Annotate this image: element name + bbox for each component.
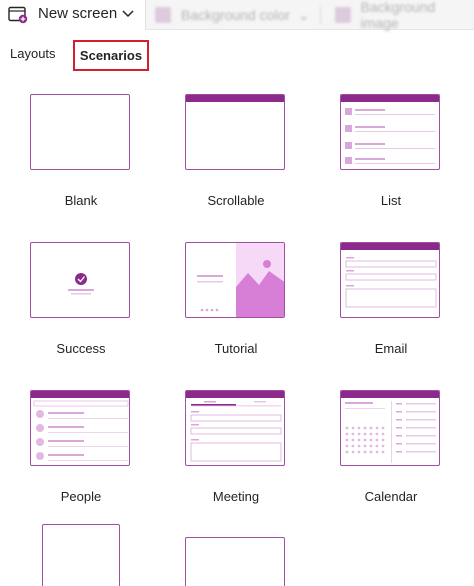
scrollable-preview: [186, 95, 284, 102]
template-people-label: People: [60, 489, 102, 504]
calendar-preview: [341, 391, 439, 463]
background-color-label: Background color: [181, 7, 290, 23]
template-blank-label: Blank: [64, 193, 98, 208]
tab-layouts[interactable]: Layouts: [10, 46, 56, 61]
template-email-thumbnail[interactable]: [340, 242, 440, 318]
template-list-label: List: [380, 193, 402, 208]
template-success-thumbnail[interactable]: [30, 242, 130, 318]
image-icon: [335, 7, 351, 23]
template-thumbnail-row4-2[interactable]: [185, 537, 285, 586]
template-blank-thumbnail[interactable]: [30, 94, 130, 170]
template-scrollable-label: Scrollable: [207, 193, 265, 208]
template-tutorial-thumbnail[interactable]: [185, 242, 285, 318]
template-people-thumbnail[interactable]: [30, 390, 130, 466]
success-preview: [68, 273, 94, 295]
chevron-down-icon[interactable]: [120, 6, 136, 22]
template-meeting-thumbnail[interactable]: [185, 390, 285, 466]
template-email-label: Email: [374, 341, 408, 356]
template-calendar-label: Calendar: [364, 489, 418, 504]
people-preview: [31, 391, 129, 461]
template-success-label: Success: [56, 341, 106, 356]
template-meeting-label: Meeting: [212, 489, 260, 504]
meeting-preview: [186, 391, 284, 462]
toolbar-divider: [319, 6, 321, 24]
template-thumbnail-row4-1[interactable]: [42, 524, 120, 586]
paint-icon: [155, 7, 171, 23]
template-scrollable-thumbnail[interactable]: [185, 94, 285, 170]
background-image-button[interactable]: Background image: [335, 0, 474, 31]
email-preview: [341, 243, 439, 308]
new-screen-label: New screen: [38, 5, 118, 22]
list-preview: [341, 95, 439, 164]
background-color-button[interactable]: Background color ⌄: [155, 0, 321, 30]
tab-scenarios[interactable]: Scenarios: [73, 40, 149, 71]
chevron-down-icon: ⌄: [297, 6, 310, 23]
tutorial-preview: [197, 243, 284, 317]
new-screen-icon: [8, 6, 28, 24]
template-list-thumbnail[interactable]: [340, 94, 440, 170]
template-tutorial-label: Tutorial: [214, 341, 258, 356]
new-screen-button[interactable]: New screen: [0, 0, 146, 30]
toolbar: New screen Background color ⌄ Background…: [0, 0, 474, 31]
background-image-label: Background image: [360, 0, 436, 31]
template-calendar-thumbnail[interactable]: [340, 390, 440, 466]
